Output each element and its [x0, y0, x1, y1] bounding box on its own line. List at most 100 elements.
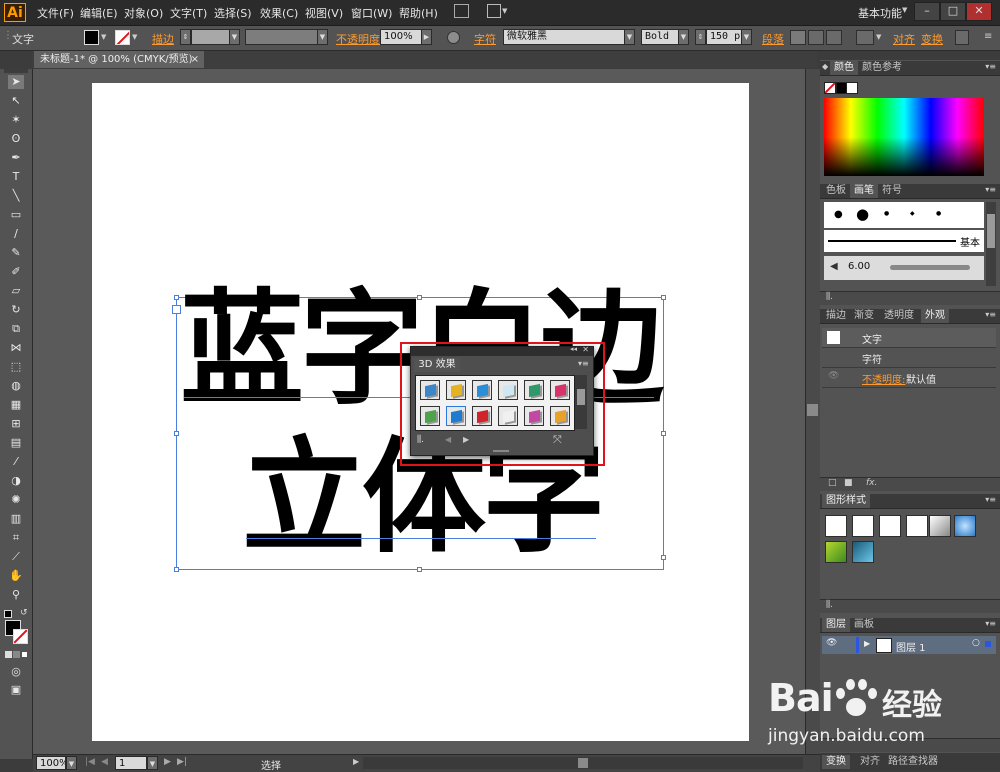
font-style-field[interactable]: Bold [641, 29, 679, 45]
add-stroke-icon[interactable]: □ [828, 478, 837, 488]
resize-handle[interactable] [417, 567, 422, 572]
align-left-icon[interactable] [790, 30, 806, 45]
mesh-tool-icon[interactable]: ⊞ [8, 417, 24, 431]
graphic-style-8[interactable] [852, 541, 874, 563]
target-icon[interactable]: ○ [972, 638, 980, 648]
chevron-down-icon[interactable]: ▼ [147, 756, 158, 770]
tab-graphic-styles[interactable]: 图形样式 [822, 494, 870, 508]
chevron-down-icon[interactable]: ▼ [132, 33, 137, 41]
paragraph-label[interactable]: 段落 [762, 31, 784, 47]
recolor-icon[interactable] [447, 31, 460, 44]
graphic-style-4[interactable] [906, 515, 928, 537]
stroke-weight-stepper[interactable]: ⇕ [180, 29, 191, 45]
graphic-style-default[interactable] [825, 515, 847, 537]
tab-layers[interactable]: 图层 [822, 618, 850, 632]
gradient-tool-icon[interactable]: ▤ [8, 436, 24, 450]
brush-size-row[interactable]: ◀ 6.00 [824, 256, 984, 280]
graphic-style-3[interactable] [879, 515, 901, 537]
color-mode-icon[interactable] [5, 651, 12, 658]
document-tab[interactable]: 未标题-1* @ 100% (CMYK/预览) × [34, 51, 204, 68]
stroke-label[interactable]: 描边 [152, 31, 174, 47]
none-mode-icon[interactable] [21, 651, 28, 658]
default-colors-icon[interactable] [4, 610, 12, 618]
tab-brushes[interactable]: 画笔 [850, 184, 878, 198]
resize-handle[interactable] [174, 295, 179, 300]
graphic-style-7[interactable] [825, 541, 847, 563]
menu-object[interactable]: 对象(O) [124, 5, 163, 21]
page-field[interactable]: 1 [115, 756, 147, 770]
chevron-down-icon[interactable]: ▶ [421, 29, 432, 45]
brush-dots-row[interactable]: ● ● ● ◆ ● [824, 202, 984, 228]
opacity-label[interactable]: 不透明度 [336, 31, 380, 47]
type-tool-icon[interactable]: T [8, 170, 24, 184]
appearance-opacity-label[interactable]: 不透明度: [862, 371, 905, 386]
selection-tool-icon[interactable]: ➤ [8, 75, 24, 89]
next-page-icon[interactable]: ▶ [164, 757, 171, 767]
resize-handle[interactable] [661, 431, 666, 436]
chevron-down-icon[interactable]: ▼ [66, 756, 77, 770]
zoom-tool-icon[interactable]: ⚲ [8, 588, 24, 602]
font-size-stepper[interactable]: ⇕ [695, 29, 706, 45]
column-graph-tool-icon[interactable]: ▥ [8, 512, 24, 526]
menu-effect[interactable]: 效果(C) [260, 5, 298, 21]
panel-menu-icon[interactable]: ≡ [984, 31, 996, 43]
chevron-down-icon[interactable]: ▼ [624, 29, 635, 45]
panel-menu-icon[interactable]: ▾≡ [985, 185, 996, 194]
symbol-sprayer-tool-icon[interactable]: ✺ [8, 493, 24, 507]
pencil-tool-icon[interactable]: ✎ [8, 246, 24, 260]
transform-label[interactable]: 变换 [921, 31, 943, 47]
line-tool-icon[interactable]: ╲ [8, 189, 24, 203]
character-label[interactable]: 字符 [474, 31, 496, 47]
width-tool-icon[interactable]: ⋈ [8, 341, 24, 355]
rectangle-tool-icon[interactable]: ▭ [8, 208, 24, 222]
appearance-row-character[interactable]: 字符 [822, 348, 996, 368]
draw-mode-icon[interactable]: ◎ [8, 665, 24, 679]
menu-view[interactable]: 视图(V) [305, 5, 343, 21]
resize-handle[interactable] [174, 431, 179, 436]
tab-close-icon[interactable]: × [191, 51, 199, 68]
tab-gradient[interactable]: 渐变 [850, 309, 878, 323]
resize-handle[interactable] [661, 555, 666, 560]
lasso-tool-icon[interactable]: ʘ [8, 132, 24, 146]
stroke-none-swatch[interactable] [115, 30, 130, 45]
resize-handle[interactable] [661, 295, 666, 300]
scale-tool-icon[interactable]: ⧉ [8, 322, 24, 336]
menu-type[interactable]: 文字(T) [170, 5, 207, 21]
blend-tool-icon[interactable]: ◑ [8, 474, 24, 488]
panel-menu-icon[interactable]: ▾≡ [985, 495, 996, 504]
eyedropper-tool-icon[interactable]: ⁄ [8, 455, 24, 469]
tab-transparency[interactable]: 透明度 [880, 309, 918, 323]
chevron-down-icon[interactable]: ▼ [101, 33, 106, 41]
layer-name[interactable]: 图层 1 [896, 639, 926, 654]
graphic-style-6[interactable] [954, 515, 976, 537]
workspace-switcher[interactable]: 基本功能 [858, 5, 902, 21]
chevron-down-icon[interactable]: ▼ [741, 29, 752, 45]
visibility-eye-icon[interactable]: 👁 [828, 371, 839, 381]
rotate-tool-icon[interactable]: ↻ [8, 303, 24, 317]
previous-page-icon[interactable]: ◀ [101, 757, 108, 767]
swap-colors-icon[interactable]: ↺ [20, 608, 28, 618]
horizontal-scroll-thumb[interactable] [578, 758, 588, 768]
none-color-swatch[interactable] [824, 82, 836, 94]
chevron-down-icon[interactable]: ▼ [678, 29, 689, 45]
bridge-icon[interactable] [454, 4, 469, 18]
direct-selection-tool-icon[interactable]: ↖ [8, 94, 24, 108]
blob-brush-tool-icon[interactable]: ✐ [8, 265, 24, 279]
menu-window[interactable]: 窗口(W) [351, 5, 392, 21]
gradient-mode-icon[interactable] [13, 651, 20, 658]
variable-width-profile[interactable] [245, 29, 318, 45]
pen-tool-icon[interactable]: ✒ [8, 151, 24, 165]
font-size-field[interactable]: 150 pt [706, 29, 742, 45]
slice-tool-icon[interactable]: ⟋ [8, 550, 24, 564]
menu-file[interactable]: 文件(F) [37, 5, 74, 21]
appearance-row-type[interactable]: 文字 [822, 328, 996, 348]
panel-toggle-icon[interactable]: ◆ [822, 62, 828, 71]
maximize-button[interactable]: □ [940, 2, 966, 21]
perspective-grid-tool-icon[interactable]: ▦ [8, 398, 24, 412]
resize-handle[interactable] [174, 567, 179, 572]
add-fill-icon[interactable]: ■ [844, 478, 853, 488]
text-options-icon[interactable] [856, 30, 874, 45]
chevron-down-icon[interactable]: ▼ [902, 6, 907, 14]
menu-help[interactable]: 帮助(H) [399, 5, 438, 21]
menu-edit[interactable]: 编辑(E) [80, 5, 118, 21]
